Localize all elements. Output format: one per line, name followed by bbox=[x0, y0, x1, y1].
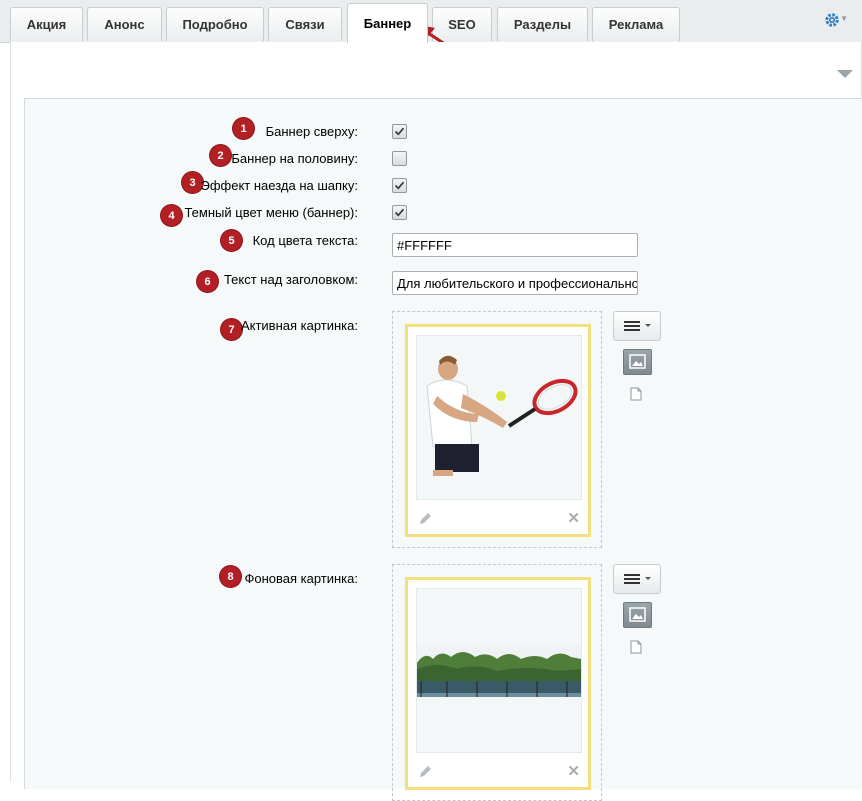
tab-label: Анонс bbox=[104, 17, 145, 32]
banner-half-checkbox[interactable] bbox=[392, 151, 407, 166]
field-label: Активная картинка: bbox=[240, 318, 358, 333]
tab-seo[interactable]: SEO bbox=[432, 7, 492, 41]
step-badge: 6 bbox=[197, 271, 218, 292]
tab-bar: Акция Анонс Подробно Связи Баннер SEO Ра… bbox=[0, 0, 862, 43]
tab-podrobno[interactable]: Подробно bbox=[166, 7, 264, 41]
gear-icon[interactable] bbox=[824, 12, 840, 28]
close-icon[interactable]: ✕ bbox=[567, 511, 580, 526]
tab-label: Подробно bbox=[182, 17, 248, 32]
tab-label: Реклама bbox=[608, 17, 664, 32]
image-frame: ✕ bbox=[405, 324, 591, 537]
banner-form: 1 Баннер сверху: 2 Баннер на половину: 3… bbox=[24, 98, 862, 801]
pre-title-text-input[interactable]: Для любительского и профессионального bbox=[392, 271, 638, 295]
field-label: Баннер сверху: bbox=[265, 124, 358, 139]
field-label: Темный цвет меню (баннер): bbox=[184, 205, 358, 220]
image-icon[interactable] bbox=[623, 349, 652, 375]
step-badge: 1 bbox=[233, 118, 254, 139]
image-icon[interactable] bbox=[623, 602, 652, 628]
file-icon[interactable] bbox=[630, 640, 642, 654]
pencil-icon[interactable] bbox=[418, 765, 432, 779]
tab-reklama[interactable]: Реклама bbox=[592, 7, 680, 41]
file-icon[interactable] bbox=[630, 387, 642, 401]
tab-banner[interactable]: Баннер bbox=[347, 3, 428, 43]
step-badge: 4 bbox=[161, 205, 182, 226]
field-label: Фоновая картинка: bbox=[244, 571, 358, 586]
field-label: Баннер на половину: bbox=[231, 151, 358, 166]
tab-label: Баннер bbox=[363, 16, 412, 31]
chevron-down-icon[interactable]: ▼ bbox=[840, 14, 848, 23]
tab-akciya[interactable]: Акция bbox=[10, 7, 83, 41]
header-effect-checkbox[interactable] bbox=[392, 178, 407, 193]
dark-menu-checkbox[interactable] bbox=[392, 205, 407, 220]
banner-panel: 1 Баннер сверху: 2 Баннер на половину: 3… bbox=[10, 42, 862, 801]
tennis-player-photo bbox=[416, 335, 582, 500]
tab-label: Акция bbox=[26, 17, 67, 32]
close-icon[interactable]: ✕ bbox=[567, 764, 580, 779]
background-image-dropzone[interactable]: ✕ bbox=[392, 564, 602, 801]
image-frame: ✕ bbox=[405, 577, 591, 790]
step-badge: 7 bbox=[221, 319, 242, 340]
banner-top-checkbox[interactable] bbox=[392, 124, 407, 139]
step-badge: 2 bbox=[210, 145, 231, 166]
active-image-dropzone[interactable]: ✕ bbox=[392, 311, 602, 548]
step-badge: 5 bbox=[221, 230, 242, 251]
triangle-down-icon[interactable] bbox=[837, 70, 853, 78]
step-badge: 8 bbox=[220, 566, 241, 587]
tab-svyazi[interactable]: Связи bbox=[268, 7, 342, 41]
field-label: Код цвета текста: bbox=[252, 233, 358, 248]
image-menu-button[interactable] bbox=[613, 311, 661, 341]
tab-razdely[interactable]: Разделы bbox=[497, 7, 588, 41]
tennis-courts-photo bbox=[416, 588, 582, 753]
image-menu-button[interactable] bbox=[613, 564, 661, 594]
pencil-icon[interactable] bbox=[418, 512, 432, 526]
tab-label: SEO bbox=[448, 17, 476, 32]
field-label: Эффект наезда на шапку: bbox=[200, 178, 359, 193]
tab-anons[interactable]: Анонс bbox=[87, 7, 162, 41]
tab-label: Связи bbox=[285, 17, 325, 32]
field-label: Текст над заголовком: bbox=[223, 272, 358, 287]
tab-label: Разделы bbox=[513, 17, 572, 32]
text-color-input[interactable]: #FFFFFF bbox=[392, 233, 638, 257]
